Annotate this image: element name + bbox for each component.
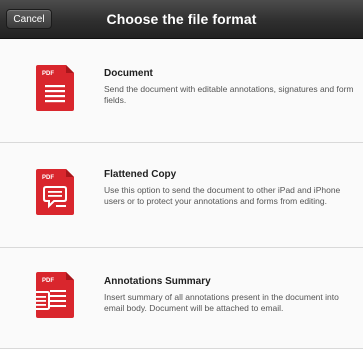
pdf-label: PDF [42,71,54,77]
page-title: Choose the file format [106,11,257,27]
list-item-flattened-copy[interactable]: PDF Flattened Copy Use this option to se… [0,143,363,248]
item-description: Send the document with editable annotati… [104,84,354,105]
item-title: Annotations Summary [104,276,211,287]
list-item-document[interactable]: PDF Document Send the document with edit… [0,39,363,143]
item-text: Document Send the document with editable… [104,68,354,106]
item-title: Flattened Copy [104,169,177,180]
item-description: Use this option to send the document to … [104,185,341,206]
pdf-label: PDF [42,278,54,284]
item-title: Document [104,68,153,79]
pdf-label: PDF [42,175,54,181]
pdf-document-icon: PDF [36,65,74,111]
list-item-annotations-summary[interactable]: PDF Annotations Summary Insert summary o… [0,248,363,349]
item-description: Insert summary of all annotations presen… [104,292,339,313]
navigation-bar: Cancel Choose the file format [0,0,363,39]
item-text: Annotations Summary Insert summary of al… [104,276,354,314]
item-text: Flattened Copy Use this option to send t… [104,169,354,207]
pdf-summary-icon: PDF [36,272,74,318]
pdf-flattened-icon: PDF [36,169,74,215]
